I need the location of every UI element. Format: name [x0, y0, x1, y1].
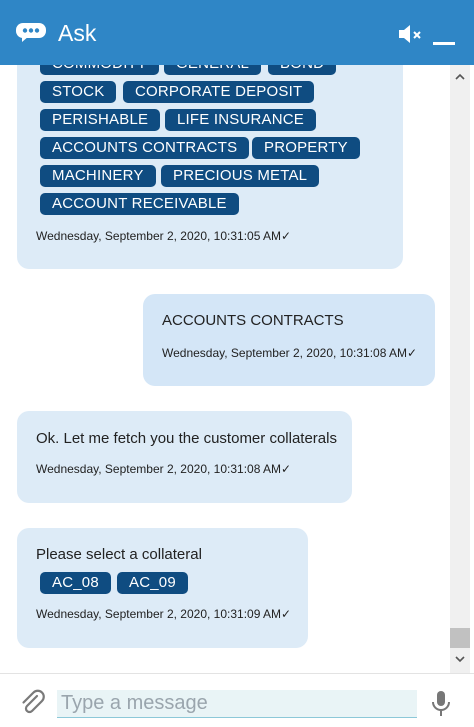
collateral-chip-ac-08[interactable]: AC_08 [40, 572, 111, 594]
message-input[interactable] [57, 690, 417, 718]
collateral-chip-accounts-contracts[interactable]: ACCOUNTS CONTRACTS [40, 137, 250, 159]
collateral-chip-perishable[interactable]: PERISHABLE [40, 109, 161, 131]
collateral-chip-commodity[interactable]: COMMODITY [40, 65, 160, 75]
collateral-chip-life-insurance[interactable]: LIFE INSURANCE [165, 109, 316, 131]
collateral-chip-general[interactable]: GENERAL [164, 65, 262, 75]
chat-scrollbar[interactable] [450, 65, 470, 673]
collateral-chip-account-receivable[interactable]: ACCOUNT RECEIVABLE [40, 193, 239, 215]
user-message-bubble [143, 294, 435, 386]
chat-bubble-icon [16, 23, 46, 42]
chat-header: Ask [0, 0, 474, 65]
message-timestamp: Wednesday, September 2, 2020, 10:31:05 A… [36, 229, 292, 243]
scrollbar-thumb[interactable] [450, 628, 470, 648]
collateral-chip-precious-metal[interactable]: PRECIOUS METAL [161, 165, 320, 187]
message-input-bar [0, 673, 474, 727]
message-timestamp: Wednesday, September 2, 2020, 10:31:09 A… [36, 607, 292, 621]
bot-message-bubble [17, 411, 352, 503]
chat-title: Ask [58, 20, 97, 46]
chat-messages: COMMODITY GENERAL BOND STOCK CORPORATE D… [0, 65, 474, 673]
collateral-chip-property[interactable]: PROPERTY [252, 137, 360, 159]
scroll-up-arrow-icon[interactable] [450, 69, 470, 85]
paperclip-icon[interactable] [18, 688, 48, 718]
message-text: Please select a collateral [36, 546, 202, 563]
collateral-chip-bond[interactable]: BOND [268, 65, 337, 75]
scroll-down-arrow-icon[interactable] [450, 651, 470, 667]
collateral-chip-stock[interactable]: STOCK [40, 81, 117, 103]
minimize-icon[interactable] [433, 42, 455, 45]
collateral-chip-ac-09[interactable]: AC_09 [117, 572, 188, 594]
message-text: ACCOUNTS CONTRACTS [162, 312, 344, 329]
message-timestamp: Wednesday, September 2, 2020, 10:31:08 A… [36, 462, 292, 476]
message-timestamp: Wednesday, September 2, 2020, 10:31:08 A… [162, 346, 418, 360]
collateral-chip-corporate-deposit[interactable]: CORPORATE DEPOSIT [123, 81, 315, 103]
collateral-chip-machinery[interactable]: MACHINERY [40, 165, 156, 187]
microphone-icon[interactable] [430, 690, 452, 718]
speaker-mute-icon[interactable] [399, 24, 423, 44]
message-text: Ok. Let me fetch you the customer collat… [36, 430, 337, 447]
